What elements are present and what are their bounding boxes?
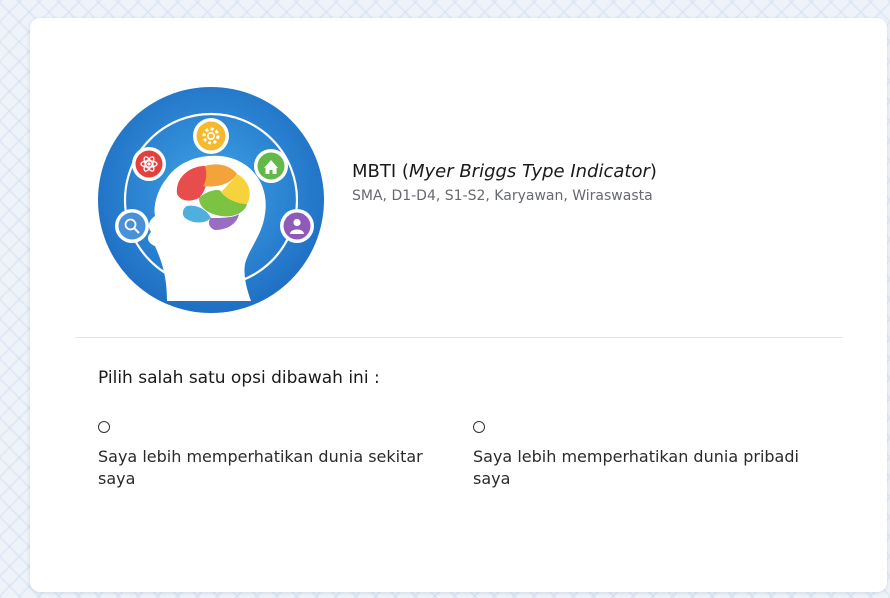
test-audience: SMA, D1-D4, S1-S2, Karyawan, Wiraswasta xyxy=(352,188,653,204)
divider xyxy=(75,337,843,338)
option-1-label[interactable]: Saya lebih memperhatikan dunia sekitar s… xyxy=(98,446,428,490)
question-prompt: Pilih salah satu opsi dibawah ini : xyxy=(98,368,380,388)
gear-icon xyxy=(193,118,229,154)
school-icon xyxy=(254,149,288,183)
option-2-radio[interactable] xyxy=(473,421,485,433)
person-icon xyxy=(280,209,314,243)
test-info: MBTI (Myer Briggs Type Indicator) SMA, D… xyxy=(352,160,657,204)
option-2[interactable]: Saya lebih memperhatikan dunia pribadi s… xyxy=(473,421,803,490)
test-name: MBTI xyxy=(352,161,397,182)
mbti-logo xyxy=(98,87,324,313)
search-icon xyxy=(115,209,149,243)
option-1[interactable]: Saya lebih memperhatikan dunia sekitar s… xyxy=(98,421,428,490)
test-title: MBTI (Myer Briggs Type Indicator) xyxy=(352,161,657,182)
option-2-label[interactable]: Saya lebih memperhatikan dunia pribadi s… xyxy=(473,446,803,490)
option-1-radio[interactable] xyxy=(98,421,110,433)
atom-icon xyxy=(132,147,166,181)
test-card: MBTI (Myer Briggs Type Indicator) SMA, D… xyxy=(30,18,887,592)
test-full-name: Myer Briggs Type Indicator xyxy=(408,161,650,182)
